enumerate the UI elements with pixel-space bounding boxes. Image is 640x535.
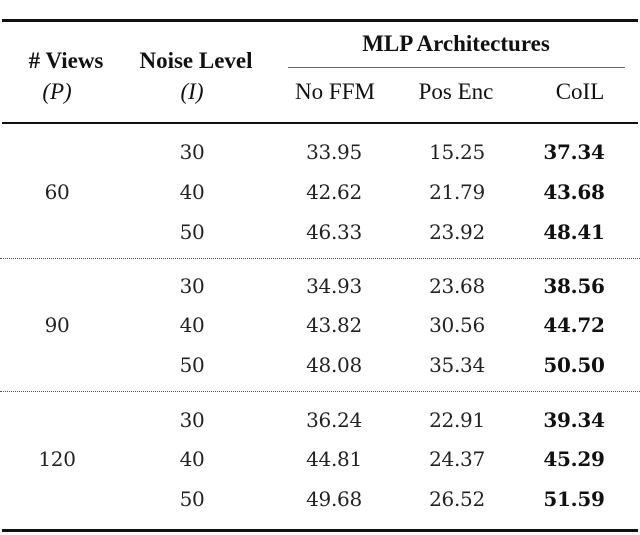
coil-cell: 37.34: [543, 140, 605, 164]
pos-enc-cell: 35.34: [429, 353, 485, 377]
views-cell: 120: [38, 447, 76, 471]
pos-enc-cell: 22.91: [429, 408, 485, 432]
coil-cell: 50.50: [543, 353, 605, 377]
header-col-no-ffm: No FFM: [295, 79, 375, 104]
group-underline: [288, 67, 625, 68]
coil-cell: 39.34: [543, 408, 605, 432]
pos-enc-cell: 15.25: [429, 140, 485, 164]
no-ffm-cell: 46.33: [306, 220, 362, 244]
noise-cell: 30: [179, 408, 205, 432]
noise-cell: 50: [179, 487, 205, 511]
noise-cell: 40: [179, 313, 205, 337]
pos-enc-cell: 24.37: [429, 447, 485, 471]
noise-cell: 50: [179, 220, 205, 244]
pos-enc-cell: 23.68: [429, 274, 485, 298]
views-cell: 60: [44, 180, 70, 204]
coil-cell: 38.56: [543, 274, 605, 298]
views-cell: 90: [44, 313, 70, 337]
coil-cell: 48.41: [543, 220, 605, 244]
header-views-symbol: (P): [42, 79, 72, 104]
coil-cell: 45.29: [543, 447, 605, 471]
header-col-pos-enc: Pos Enc: [418, 79, 494, 104]
noise-cell: 40: [179, 180, 205, 204]
no-ffm-cell: 44.81: [306, 447, 362, 471]
group-separator: [0, 391, 640, 392]
coil-cell: 44.72: [543, 313, 605, 337]
header-group-mlp: MLP Architectures: [362, 31, 550, 56]
coil-cell: 43.68: [543, 180, 605, 204]
mid-rule: [2, 122, 638, 124]
noise-cell: 50: [179, 353, 205, 377]
no-ffm-cell: 34.93: [306, 274, 362, 298]
coil-cell: 51.59: [543, 487, 605, 511]
bottom-rule: [2, 529, 638, 532]
top-rule: [2, 19, 638, 22]
pos-enc-cell: 21.79: [429, 180, 485, 204]
no-ffm-cell: 48.08: [306, 353, 362, 377]
pos-enc-cell: 26.52: [429, 487, 485, 511]
noise-cell: 40: [179, 447, 205, 471]
header-noise: Noise Level: [139, 48, 253, 73]
pos-enc-cell: 30.56: [429, 313, 485, 337]
pos-enc-cell: 23.92: [429, 220, 485, 244]
no-ffm-cell: 36.24: [306, 408, 362, 432]
header-views: # Views: [28, 48, 104, 73]
no-ffm-cell: 42.62: [306, 180, 362, 204]
caption-fragment: [0, 0, 640, 6]
no-ffm-cell: 43.82: [306, 313, 362, 337]
header-noise-symbol: (I): [180, 79, 204, 104]
noise-cell: 30: [179, 274, 205, 298]
no-ffm-cell: 49.68: [306, 487, 362, 511]
group-separator: [0, 258, 640, 259]
header-col-coil: CoIL: [555, 79, 605, 104]
noise-cell: 30: [179, 140, 205, 164]
no-ffm-cell: 33.95: [306, 140, 362, 164]
